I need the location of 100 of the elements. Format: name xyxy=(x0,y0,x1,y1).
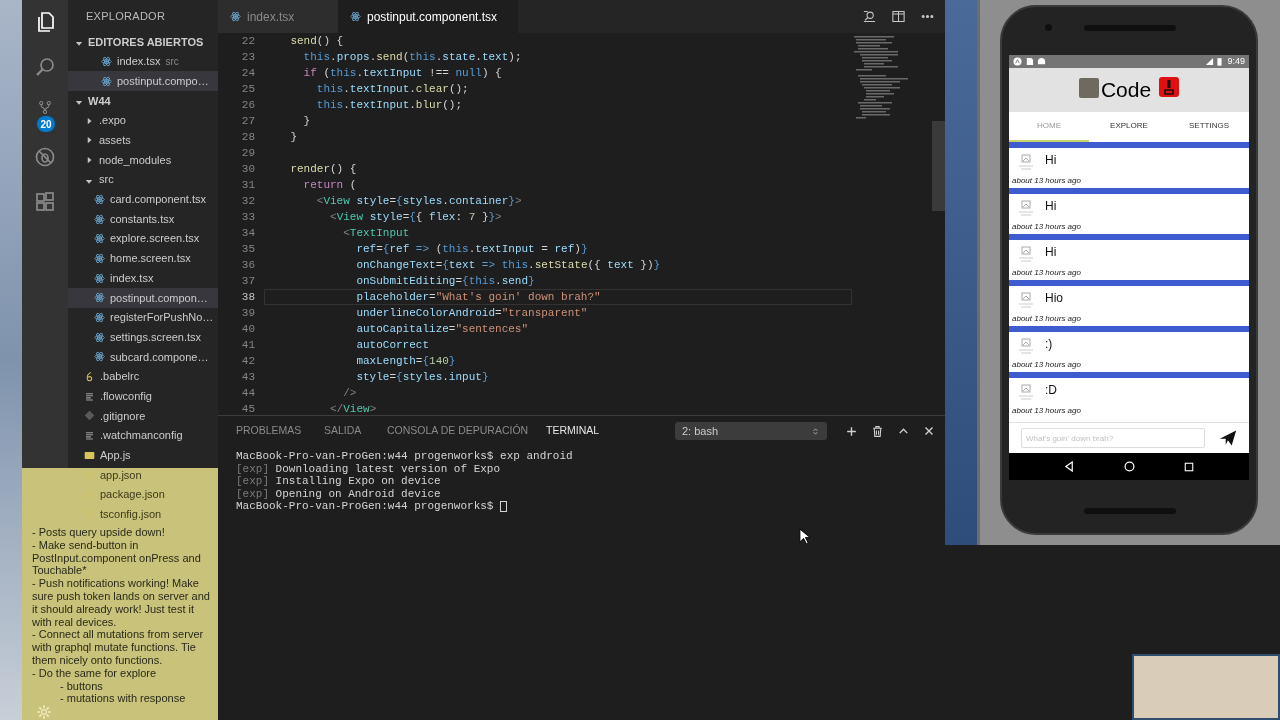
file-item[interactable]: settings.screen.tsx xyxy=(68,327,218,347)
atom-icon xyxy=(101,56,112,68)
code-line: send() { xyxy=(289,34,345,49)
file-item[interactable]: .babelrc xyxy=(68,366,218,387)
folder-item[interactable]: node_modules xyxy=(68,150,218,170)
panel-tab[interactable]: SALIDA xyxy=(324,420,387,442)
file-item[interactable]: tsconfig.json xyxy=(68,504,218,525)
file-item[interactable]: registerForPushNo… xyxy=(68,307,218,328)
file-item[interactable]: .gitignore xyxy=(68,406,218,426)
editor-tab[interactable]: index.tsx xyxy=(218,0,338,33)
editor-tab[interactable]: postinput.component.tsx xyxy=(338,0,518,33)
code-line: return ( xyxy=(302,178,358,193)
folder-item[interactable]: .expo xyxy=(68,110,218,131)
plus-icon[interactable] xyxy=(845,424,858,438)
panel-tab[interactable]: PROBLEMAS xyxy=(236,420,324,442)
alert-icon xyxy=(1159,77,1180,97)
scrollbar-thumb[interactable] xyxy=(932,121,945,211)
file-item[interactable]: .watchmanconfig xyxy=(68,425,218,446)
home-icon[interactable] xyxy=(1124,461,1135,472)
line-number: 38 xyxy=(240,289,255,305)
folder-item[interactable]: src xyxy=(68,169,218,190)
section-header[interactable]: EDITORES ABIERTOS xyxy=(68,32,218,52)
post-text: Hio xyxy=(1045,290,1063,307)
post-time: about 13 hours ago xyxy=(1012,406,1082,416)
code-line: <View style={styles.container}> xyxy=(315,194,523,209)
code-line: onChangeText={text => this.setState({ text })} xyxy=(355,258,662,273)
code-line: autoCapitalize="sentences" xyxy=(355,322,530,337)
no-image-icon xyxy=(1018,199,1034,217)
code-line: if (this.textInput !== null) { xyxy=(302,66,503,81)
atom-icon xyxy=(94,351,105,363)
line-number: 27 xyxy=(240,113,255,129)
file-item[interactable]: subcard.compone… xyxy=(68,347,218,367)
atom-icon xyxy=(94,193,105,205)
notification-badge: 20 xyxy=(37,116,55,132)
panel-tab[interactable]: CONSOLA DE DEPURACIÓN xyxy=(387,420,546,442)
trash-icon[interactable] xyxy=(871,424,884,438)
send-icon[interactable] xyxy=(1219,429,1237,447)
extensions-icon[interactable] xyxy=(33,190,57,214)
search-icon[interactable] xyxy=(862,9,877,24)
app-tab[interactable]: SETTINGS xyxy=(1169,112,1249,142)
file-item[interactable]: postinput.compo… xyxy=(68,71,218,92)
code-line: } xyxy=(289,130,298,145)
line-number: 40 xyxy=(240,321,255,337)
split-editor-icon[interactable] xyxy=(891,9,906,24)
post-time: about 13 hours ago xyxy=(1012,314,1082,324)
app-tab[interactable]: EXPLORE xyxy=(1089,112,1169,142)
post-time: about 13 hours ago xyxy=(1012,176,1082,186)
line-number: 36 xyxy=(240,257,255,273)
file-item[interactable]: index.tsx src xyxy=(68,51,218,72)
pointer-icon xyxy=(799,528,810,545)
file-item[interactable]: App.js xyxy=(68,445,218,466)
file-item[interactable]: postinput.compon… xyxy=(68,287,218,308)
file-item[interactable]: constants.tsx xyxy=(68,209,218,229)
post-text: :D xyxy=(1045,382,1057,399)
back-icon[interactable] xyxy=(1063,461,1075,472)
note-text: - buttons xyxy=(59,679,104,693)
folder-item[interactable]: assets xyxy=(68,130,218,151)
line-number: 41 xyxy=(240,337,255,353)
file-item[interactable]: package.json xyxy=(68,484,218,505)
braces-icon xyxy=(84,489,95,501)
file-item[interactable]: explore.screen.tsx xyxy=(68,228,218,249)
file-icon xyxy=(84,449,95,461)
code-line: placeholder="What's goin' down brah?" xyxy=(264,289,852,305)
code-line: } xyxy=(302,114,312,129)
note-text: - Make send-button in PostInput.component onPress and Touchable* xyxy=(32,538,202,578)
post-time: about 13 hours ago xyxy=(1012,268,1082,278)
sidebar-title: EXPLORADOR xyxy=(85,8,167,24)
no-image-icon xyxy=(1018,337,1034,355)
post-time: about 13 hours ago xyxy=(1012,360,1082,370)
post-text: Hi xyxy=(1045,244,1057,261)
post-text: Hi xyxy=(1045,152,1057,169)
diamond-icon xyxy=(84,410,95,422)
no-image-icon xyxy=(1018,383,1034,401)
file-item[interactable]: app.json xyxy=(68,465,218,485)
atom-icon xyxy=(94,213,105,225)
panel-tab[interactable]: TERMINAL xyxy=(546,420,626,442)
code-line: underlineColorAndroid="transparent" xyxy=(355,306,589,321)
post-text: Hi xyxy=(1045,198,1057,215)
line-number: 43 xyxy=(240,369,255,385)
note-text: - Posts query upside down! xyxy=(32,526,166,539)
terminal-line: MacBook-Pro-van-ProGen:w44 progenworks$ exp android xyxy=(236,449,573,464)
file-item[interactable]: card.component.tsx xyxy=(68,189,218,210)
recents-icon[interactable] xyxy=(1184,461,1195,472)
close-icon[interactable] xyxy=(923,425,935,437)
terminal-line: [exp] Opening on Android device xyxy=(236,486,441,501)
terminal-dropdown[interactable]: 2: bash xyxy=(675,422,827,440)
terminal-line: MacBook-Pro-van-ProGen:w44 progenworks$ xyxy=(236,499,494,514)
no-image-icon xyxy=(1018,245,1034,263)
code-line: maxLength={140} xyxy=(355,354,457,369)
line-number: 23 xyxy=(240,49,255,65)
file-item[interactable]: index.tsx xyxy=(68,268,218,288)
file-item[interactable]: .flowconfig xyxy=(68,386,218,407)
code-line: /> xyxy=(342,386,358,401)
section-header[interactable]: W44 xyxy=(68,91,218,111)
debug-icon[interactable] xyxy=(33,145,57,169)
file-item[interactable]: home.screen.tsx xyxy=(68,248,218,269)
atom-icon xyxy=(94,292,105,304)
line-number: 28 xyxy=(240,129,255,145)
terminal-line: [exp] Installing Expo on device xyxy=(236,474,441,489)
line-number: 33 xyxy=(240,209,255,225)
